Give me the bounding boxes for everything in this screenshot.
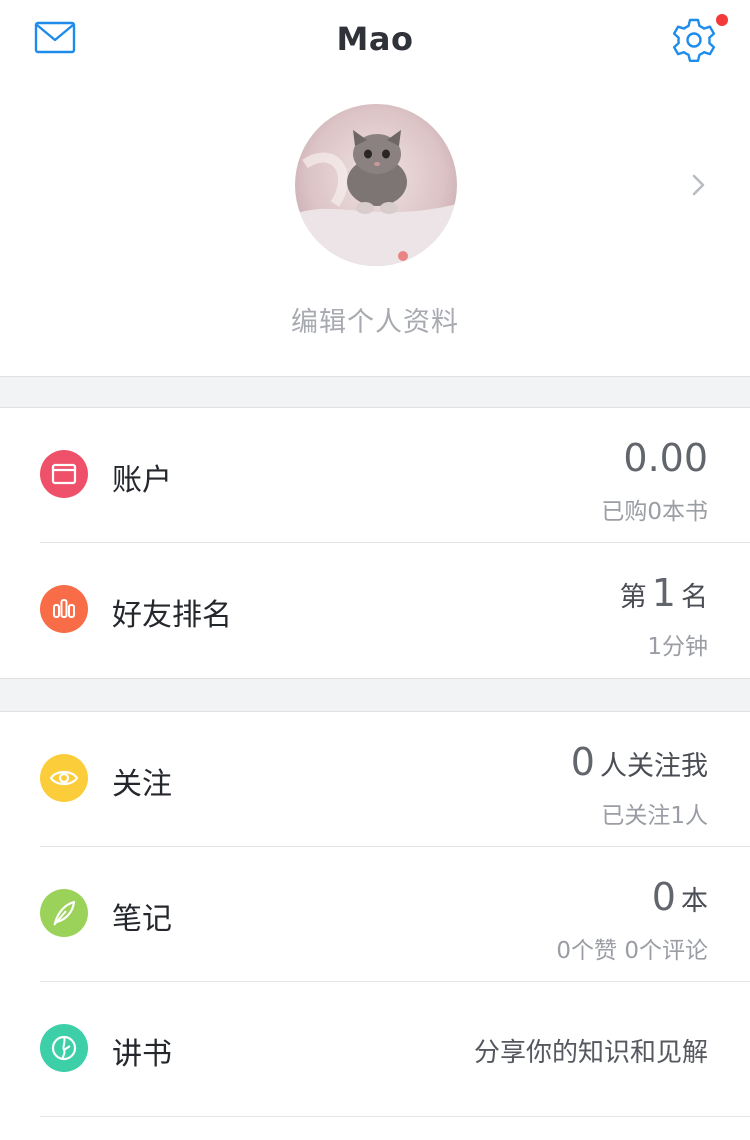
section-separator — [0, 678, 750, 712]
divider — [40, 1116, 750, 1117]
lecture-label: 讲书 — [112, 1037, 172, 1072]
lecture-prompt: 分享你的知识和见解 — [473, 1038, 708, 1068]
following-count: 已关注1人 — [601, 803, 708, 829]
notification-dot — [716, 14, 728, 26]
purchased-books: 已购0本书 — [601, 499, 708, 525]
account-balance: 0.00 — [623, 436, 708, 480]
section-separator — [0, 376, 750, 408]
notes-number: 0 — [651, 875, 676, 919]
follow-label: 关注 — [112, 767, 172, 802]
ranking-value: 第 1 名 — [620, 571, 708, 615]
follow-row[interactable]: 关注 0 人关注我 已关注1人 — [0, 712, 750, 847]
rank-prefix: 第 — [619, 582, 647, 613]
page-title: Mao — [336, 20, 414, 58]
avatar[interactable] — [295, 104, 457, 266]
chevron-right-icon[interactable] — [690, 172, 708, 198]
ranking-label: 好友排名 — [112, 598, 232, 633]
account-label: 账户 — [112, 463, 172, 498]
follower-text: 人关注我 — [600, 751, 708, 782]
bar-chart-icon — [40, 585, 88, 633]
lecture-row[interactable]: 讲书 分享你的知识和见解 — [0, 982, 750, 1117]
account-row[interactable]: 账户 0.00 已购0本书 — [0, 408, 750, 543]
rank-suffix: 名 — [681, 582, 708, 613]
notes-stats: 0个赞 0个评论 — [556, 938, 708, 964]
friend-ranking-row[interactable]: 好友排名 第 1 名 1分钟 — [0, 543, 750, 678]
lecture-icon — [40, 1024, 88, 1072]
feather-icon — [40, 889, 88, 937]
rank-number: 1 — [651, 571, 676, 615]
reading-time: 1分钟 — [647, 634, 708, 660]
wallet-icon — [40, 450, 88, 498]
follower-count: 0 人关注我 — [571, 740, 708, 784]
gear-icon[interactable] — [670, 16, 718, 64]
notes-count: 0 本 — [652, 875, 708, 919]
edit-profile-link[interactable]: 编辑个人资料 — [0, 300, 750, 339]
profile-section[interactable]: 编辑个人资料 — [0, 82, 750, 376]
notes-row[interactable]: 笔记 0 本 0个赞 0个评论 — [0, 847, 750, 982]
notes-unit: 本 — [681, 886, 708, 917]
follower-number: 0 — [570, 740, 595, 784]
notes-label: 笔记 — [112, 902, 172, 937]
balance-value: 0.00 — [623, 436, 708, 480]
eye-icon — [40, 754, 88, 802]
top-bar: Mao — [0, 0, 750, 82]
